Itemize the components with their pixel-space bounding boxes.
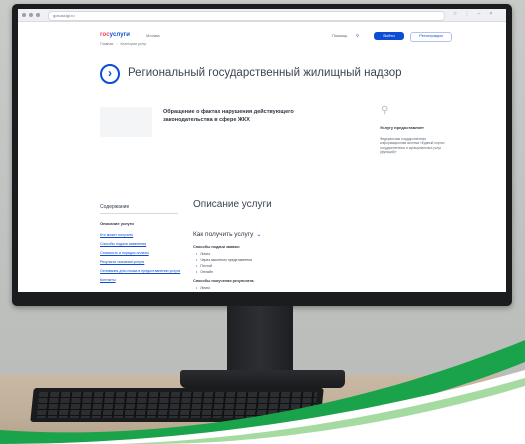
site-header: госуслуги Москва Помощь ⚲ Войти Регистра…: [18, 22, 506, 52]
list-item: Онлайн: [196, 269, 252, 275]
list-item: Лично: [196, 285, 210, 291]
keyboard-keys: [36, 392, 318, 418]
service-thumbnail: [100, 107, 152, 137]
forward-icon[interactable]: [29, 13, 33, 17]
provider-heading: Услугу предоставляет: [380, 125, 425, 130]
how-to-heading[interactable]: Как получить услугу ⌄: [193, 231, 261, 238]
toc-link[interactable]: Результат оказания услуги: [100, 258, 180, 267]
toc-link[interactable]: Основания для отказа в предоставлении ус…: [100, 267, 180, 276]
mouse: [398, 394, 428, 414]
back-icon[interactable]: [22, 13, 26, 17]
keyboard: [30, 388, 324, 422]
bullet-list: Лично: [196, 285, 210, 291]
login-button[interactable]: Войти: [374, 32, 404, 40]
region-selector[interactable]: Москва: [146, 33, 160, 38]
breadcrumb: Главная › Категории услуг: [100, 42, 146, 46]
logo-part1: гос: [100, 32, 110, 38]
gosuslugi-logo[interactable]: госуслуги: [100, 32, 130, 38]
address-text: gosuslugi.ru: [53, 13, 75, 18]
minimize-icon[interactable]: –: [476, 11, 482, 18]
breadcrumb-item[interactable]: Главная: [100, 42, 113, 46]
toc-link[interactable]: Стоимость и порядок оплаты: [100, 249, 180, 258]
toc-link[interactable]: Кто может получить: [100, 231, 180, 240]
block-title: Способы подачи заявки:: [193, 245, 240, 249]
chevron-right-icon: ›: [100, 64, 120, 84]
close-icon[interactable]: ×: [488, 11, 494, 18]
toc-link[interactable]: Контакты: [100, 276, 180, 285]
bookmark-icon[interactable]: ☆: [452, 11, 458, 18]
extensions-icon[interactable]: ⋮: [464, 11, 470, 18]
register-button[interactable]: Регистрация: [410, 32, 452, 42]
monitor-stand-neck: [227, 306, 293, 374]
toc-links: Кто может получить Способы подачи заявле…: [100, 231, 180, 285]
page-title: Региональный государственный жилищный на…: [128, 67, 402, 79]
search-icon[interactable]: ⚲: [356, 31, 359, 41]
header-actions: Помощь ⚲ Войти Регистрация: [332, 31, 472, 42]
toc-section[interactable]: Описание услуги: [100, 221, 134, 226]
location-pin-icon: ⚲: [381, 105, 389, 116]
service-lead-text: Обращение о фактах нарушения действующег…: [163, 109, 294, 123]
logo-part2: услуги: [109, 32, 131, 38]
bullet-list: Лично Через законного представителя Почт…: [196, 251, 252, 275]
toc-link[interactable]: Способы подачи заявления: [100, 240, 180, 249]
monitor-screen: gosuslugi.ru ☆ ⋮ – × госуслуги Москва По…: [18, 9, 506, 292]
provider-text: Федеральная государственная информационн…: [380, 137, 445, 155]
block-title: Способы получения результата:: [193, 279, 255, 283]
divider: [100, 213, 178, 214]
how-to-label: Как получить услугу: [193, 231, 254, 238]
browser-toolbar: gosuslugi.ru ☆ ⋮ – ×: [18, 9, 506, 22]
breadcrumb-item[interactable]: Категории услуг: [121, 42, 147, 46]
address-bar[interactable]: gosuslugi.ru: [48, 11, 445, 21]
reload-icon[interactable]: [36, 13, 40, 17]
header-link-help[interactable]: Помощь: [332, 31, 347, 41]
toc-title: Содержание: [100, 204, 130, 210]
breadcrumb-separator: ›: [116, 42, 118, 46]
monitor-stand-base: [180, 370, 345, 388]
section-heading: Описание услуги: [193, 199, 272, 210]
chevron-down-icon: ⌄: [256, 232, 262, 238]
